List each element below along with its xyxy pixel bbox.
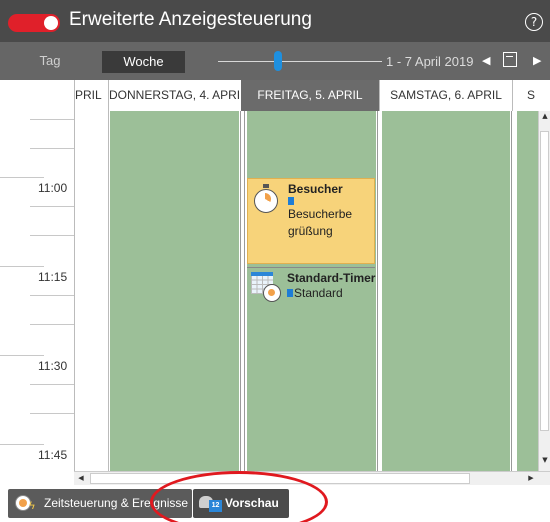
column-border	[108, 111, 109, 471]
tab-schedule-events[interactable]: ϟ Zeitsteuerung & Ereignisse	[8, 489, 192, 518]
slot-line	[30, 206, 74, 207]
schedule-clock-icon: ϟ	[15, 495, 37, 513]
slot-line	[30, 324, 74, 325]
tab-label: Vorschau	[225, 496, 279, 510]
event-text-line: Standard	[294, 286, 343, 300]
content-square-icon	[287, 289, 293, 297]
event-standard-timer[interactable]: Standard-Timer Standard	[247, 267, 375, 471]
tab-week[interactable]: Woche	[102, 51, 185, 73]
day-column-sunday[interactable]	[517, 111, 538, 471]
slot-line	[30, 413, 74, 414]
tab-preview[interactable]: 12 Vorschau	[193, 489, 289, 518]
time-label: 11:15	[38, 270, 68, 284]
hour-line	[0, 266, 44, 267]
hour-line	[0, 355, 44, 356]
preview-icon-number: 12	[209, 500, 222, 512]
content-square-icon	[288, 197, 294, 205]
display-control-toggle[interactable]	[8, 14, 60, 32]
bottom-tab-bar: ϟ Zeitsteuerung & Ereignisse 12 Vorschau	[0, 485, 550, 522]
title-bar: Erweiterte Anzeigesteuerung ?	[0, 0, 550, 42]
tab-label: Zeitsteuerung & Ereignisse	[44, 496, 189, 510]
vertical-scrollbar[interactable]: ▲ ▼	[538, 111, 550, 471]
event-title: Standard-Timer	[287, 271, 376, 285]
column-border	[74, 111, 75, 471]
time-label: 11:30	[38, 359, 68, 373]
vertical-scroll-thumb[interactable]	[540, 131, 549, 431]
column-separator	[244, 111, 245, 471]
scroll-right-icon[interactable]: ▶	[526, 473, 536, 484]
column-separator	[240, 111, 241, 471]
day-header-saturday[interactable]: SAMSTAG, 6. APRIL	[379, 80, 512, 111]
day-header-row: PRIL DONNERSTAG, 4. APRIL FREITAG, 5. AP…	[0, 80, 550, 112]
slot-line	[30, 119, 74, 120]
column-separator	[511, 111, 512, 471]
day-column-saturday[interactable]	[382, 111, 510, 471]
hour-line	[0, 177, 44, 178]
time-label: 11:45	[38, 448, 68, 462]
calendar-grid[interactable]: 11:00 11:15 11:30 11:45 Besucher Besuche…	[0, 111, 538, 471]
slot-line	[30, 235, 74, 236]
event-besucher[interactable]: Besucher Besucherbe grüßung	[247, 178, 375, 264]
calendar-toolbar: Tag Woche 1 - 7 April 2019 ◀ ▶	[0, 42, 550, 80]
hour-line	[0, 444, 44, 445]
time-label: 11:00	[38, 181, 68, 195]
window-title: Erweiterte Anzeigesteuerung	[69, 9, 312, 30]
date-range-label: 1 - 7 April 2019	[386, 54, 474, 69]
next-week-icon[interactable]: ▶	[533, 54, 541, 67]
app-window: Erweiterte Anzeigesteuerung ? Tag Woche …	[0, 0, 550, 522]
scroll-down-icon[interactable]: ▼	[540, 455, 550, 465]
event-text-line: Besucherbe	[288, 207, 353, 221]
scroll-up-icon[interactable]: ▲	[540, 111, 550, 121]
preview-calendar-icon: 12	[199, 494, 223, 514]
slot-line	[30, 148, 74, 149]
event-title: Besucher	[288, 182, 343, 196]
column-separator	[377, 111, 378, 471]
day-header-thursday[interactable]: DONNERSTAG, 4. APRIL	[108, 80, 241, 111]
stopwatch-icon	[252, 183, 280, 213]
previous-week-icon[interactable]: ◀	[482, 54, 490, 67]
day-column-thursday[interactable]	[110, 111, 239, 471]
toggle-knob	[44, 16, 58, 30]
day-header-wednesday[interactable]: PRIL	[74, 80, 108, 111]
slot-line	[30, 384, 74, 385]
scroll-left-icon[interactable]: ◀	[76, 473, 86, 484]
horizontal-scrollbar[interactable]: ◀ ▶	[74, 471, 550, 485]
slot-line	[30, 295, 74, 296]
zoom-slider-track[interactable]	[218, 61, 382, 62]
timer-grid-icon	[251, 272, 283, 302]
help-icon[interactable]: ?	[525, 13, 543, 31]
horizontal-scroll-thumb[interactable]	[90, 473, 470, 484]
day-header-sunday[interactable]: S	[512, 80, 538, 111]
event-text-line: grüßung	[288, 224, 333, 238]
day-header-friday-selected[interactable]: FREITAG, 5. APRIL	[241, 80, 379, 111]
calendar-picker-icon[interactable]	[503, 52, 517, 67]
tab-day[interactable]: Tag	[0, 42, 100, 80]
zoom-slider-thumb[interactable]	[274, 51, 282, 71]
